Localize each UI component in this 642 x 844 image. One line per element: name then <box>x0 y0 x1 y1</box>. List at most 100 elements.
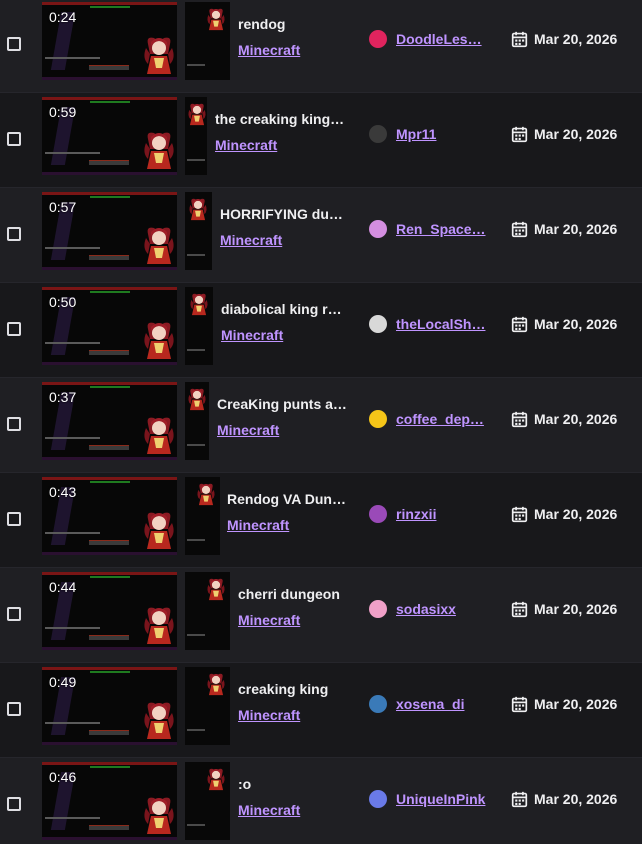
creator-avatar[interactable] <box>369 410 387 428</box>
clip-thumbnail[interactable]: 0:46 <box>42 762 177 840</box>
clip-thumbnail[interactable]: 0:59 <box>42 97 177 175</box>
vertical-thumbnail[interactable] <box>185 2 230 80</box>
creator-link[interactable]: theLocalSh… <box>396 316 486 332</box>
clip-duration: 0:43 <box>49 484 77 500</box>
game-link[interactable]: Minecraft <box>238 802 300 818</box>
creator-avatar[interactable] <box>369 790 387 808</box>
clip-title[interactable]: creaking king <box>238 681 328 697</box>
game-link[interactable]: Minecraft <box>221 327 283 343</box>
clip-date: Mar 20, 2026 <box>534 221 618 237</box>
clip-row[interactable]: 0:50 diabolical king r… Minecraft theLoc… <box>0 283 642 378</box>
select-checkbox[interactable] <box>7 797 21 811</box>
creator-avatar[interactable] <box>369 220 387 238</box>
thumbnail-hud <box>187 824 205 826</box>
creator-avatar[interactable] <box>369 600 387 618</box>
creator-avatar[interactable] <box>369 315 387 333</box>
clip-date: Mar 20, 2026 <box>534 696 618 712</box>
creator-link[interactable]: DoodleLes… <box>396 31 486 47</box>
thumbnail-hud <box>42 647 177 650</box>
select-checkbox[interactable] <box>7 227 21 241</box>
creator-avatar[interactable] <box>369 505 387 523</box>
creator-avatar[interactable] <box>369 695 387 713</box>
clip-row[interactable]: 0:24 rendog Minecraft DoodleLes… Mar 20,… <box>0 0 642 93</box>
clip-thumbnail[interactable]: 0:57 <box>42 192 177 270</box>
calendar-icon <box>511 601 528 618</box>
calendar-icon <box>511 791 528 808</box>
select-checkbox[interactable] <box>7 702 21 716</box>
thumbnail-hud <box>42 77 177 80</box>
clip-thumbnail[interactable]: 0:37 <box>42 382 177 460</box>
clip-row[interactable]: 0:43 Rendog VA Dun… Minecraft rinzxii Ma… <box>0 473 642 568</box>
thumbnail-hud <box>42 192 177 195</box>
clip-thumbnail[interactable]: 0:49 <box>42 667 177 745</box>
select-checkbox[interactable] <box>7 132 21 146</box>
thumbnail-hud <box>45 437 100 439</box>
thumbnail-hud <box>42 267 177 270</box>
creator-link[interactable]: sodasixx <box>396 601 486 617</box>
clip-date: Mar 20, 2026 <box>534 411 618 427</box>
clip-thumbnail[interactable]: 0:24 <box>42 2 177 80</box>
game-link[interactable]: Minecraft <box>215 137 277 153</box>
vertical-thumbnail[interactable] <box>185 667 230 745</box>
game-link[interactable]: Minecraft <box>227 517 289 533</box>
thumbnail-hud <box>89 255 129 260</box>
creator-link[interactable]: Mpr11 <box>396 126 486 142</box>
vertical-thumbnail[interactable] <box>185 572 230 650</box>
thumbnail-hud <box>42 287 177 290</box>
select-checkbox[interactable] <box>7 512 21 526</box>
clip-date: Mar 20, 2026 <box>534 126 618 142</box>
thumbnail-hud <box>45 247 100 249</box>
clip-title[interactable]: the creaking king… <box>215 111 344 127</box>
clip-title[interactable]: CreaKing punts a… <box>217 396 347 412</box>
creator-link[interactable]: UniqueInPink <box>396 791 486 807</box>
thumbnail-hud <box>42 172 177 175</box>
clip-row[interactable]: 0:44 cherri dungeon Minecraft sodasixx M… <box>0 568 642 663</box>
clip-title[interactable]: diabolical king r… <box>221 301 342 317</box>
clip-title[interactable]: rendog <box>238 16 285 32</box>
clip-date: Mar 20, 2026 <box>534 791 618 807</box>
vertical-thumbnail[interactable] <box>185 762 230 840</box>
select-checkbox[interactable] <box>7 417 21 431</box>
game-link[interactable]: Minecraft <box>238 612 300 628</box>
creator-avatar[interactable] <box>369 125 387 143</box>
clip-title[interactable]: Rendog VA Dun… <box>227 491 346 507</box>
select-checkbox[interactable] <box>7 37 21 51</box>
vertical-thumbnail[interactable] <box>185 97 207 175</box>
calendar-icon <box>511 31 528 48</box>
vertical-thumbnail[interactable] <box>185 477 220 555</box>
select-checkbox[interactable] <box>7 607 21 621</box>
thumbnail-hud <box>89 730 129 735</box>
clip-title[interactable]: HORRIFYING du… <box>220 206 343 222</box>
clip-row[interactable]: 0:37 CreaKing punts a… Minecraft coffee_… <box>0 378 642 473</box>
creator-link[interactable]: rinzxii <box>396 506 486 522</box>
thumbnail-hud <box>42 667 177 670</box>
creator-link[interactable]: coffee_dep… <box>396 411 486 427</box>
vtuber-art <box>142 414 176 456</box>
clip-thumbnail[interactable]: 0:50 <box>42 287 177 365</box>
creator-link[interactable]: xosena_di <box>396 696 486 712</box>
thumbnail-hud <box>187 634 205 636</box>
clip-row[interactable]: 0:57 HORRIFYING du… Minecraft Ren_Space…… <box>0 188 642 283</box>
thumbnail-hud <box>187 64 205 66</box>
clip-duration: 0:57 <box>49 199 77 215</box>
clip-thumbnail[interactable]: 0:44 <box>42 572 177 650</box>
game-link[interactable]: Minecraft <box>238 707 300 723</box>
clip-row[interactable]: 0:59 the creaking king… Minecraft Mpr11 … <box>0 93 642 188</box>
select-checkbox[interactable] <box>7 322 21 336</box>
vertical-thumbnail[interactable] <box>185 382 209 460</box>
vertical-thumbnail[interactable] <box>185 192 212 270</box>
clip-row[interactable]: 0:46 :o Minecraft UniqueInPink Mar 20, 2… <box>0 758 642 844</box>
clip-row[interactable]: 0:49 creaking king Minecraft xosena_di M… <box>0 663 642 758</box>
creator-link[interactable]: Ren_Space… <box>396 221 486 237</box>
clip-title[interactable]: cherri dungeon <box>238 586 340 602</box>
clip-thumbnail[interactable]: 0:43 <box>42 477 177 555</box>
thumbnail-hud <box>187 254 205 256</box>
creator-avatar[interactable] <box>369 30 387 48</box>
game-link[interactable]: Minecraft <box>217 422 279 438</box>
clip-duration: 0:50 <box>49 294 77 310</box>
game-link[interactable]: Minecraft <box>220 232 282 248</box>
calendar-icon <box>511 411 528 428</box>
game-link[interactable]: Minecraft <box>238 42 300 58</box>
vertical-thumbnail[interactable] <box>185 287 213 365</box>
clip-title[interactable]: :o <box>238 776 251 792</box>
